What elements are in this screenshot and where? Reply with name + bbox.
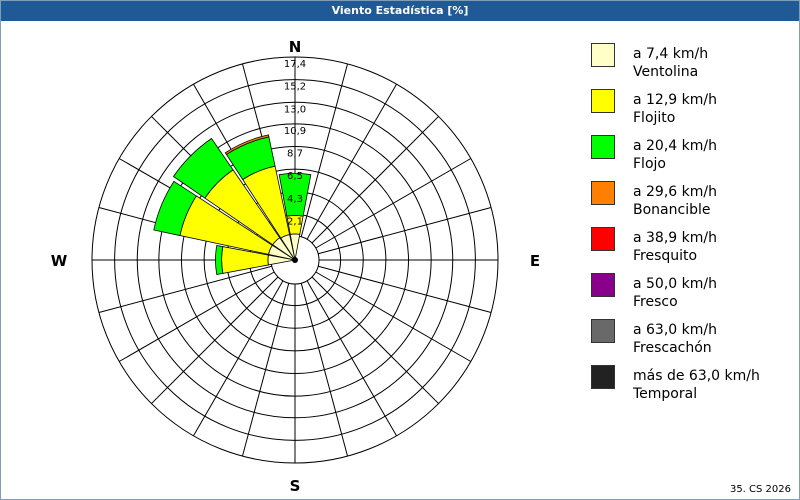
legend-item: a 50,0 km/h Fresco xyxy=(589,271,789,317)
legend-speed: a 63,0 km/h xyxy=(633,322,717,338)
legend-swatch xyxy=(591,319,615,343)
chart-window: Viento Estadística [%] 2,1 4,3 6,5 8,7 10,9 1… xyxy=(0,0,800,500)
grid-spoke xyxy=(315,158,472,249)
legend-speed: a 20,4 km/h xyxy=(633,138,717,154)
compass-e: E xyxy=(530,252,540,270)
ring-label: 4,3 xyxy=(287,194,303,205)
grid-spoke xyxy=(193,280,284,437)
legend-label: a 38,9 km/h Fresquito xyxy=(633,229,717,265)
legend-name: Flojito xyxy=(633,110,676,126)
legend-label: a 50,0 km/h Fresco xyxy=(633,275,717,311)
legend-speed: más de 63,0 km/h xyxy=(633,368,760,384)
legend-swatch xyxy=(591,43,615,67)
window-title: Viento Estadística [%] xyxy=(1,1,799,21)
ring-label: 6,5 xyxy=(287,171,303,182)
legend-label: a 7,4 km/h Ventolina xyxy=(633,45,708,81)
legend-name: Ventolina xyxy=(633,64,699,80)
grid-spoke xyxy=(118,271,275,362)
compass-s: S xyxy=(290,477,301,495)
ring-label: 17,4 xyxy=(284,59,306,70)
legend-swatch xyxy=(591,365,615,389)
grid-spoke xyxy=(241,283,290,457)
ring-label: 10,9 xyxy=(284,126,306,137)
grid-spoke xyxy=(311,116,439,244)
legend-label: a 29,6 km/h Bonancible xyxy=(633,183,717,219)
legend-name: Fresco xyxy=(633,294,678,310)
grid-spoke xyxy=(306,83,397,240)
legend-swatch xyxy=(591,273,615,297)
legend-name: Fresquito xyxy=(633,248,698,264)
legend-item: a 63,0 km/h Frescachón xyxy=(589,317,789,363)
legend-speed: a 12,9 km/h xyxy=(633,92,717,108)
legend-label: más de 63,0 km/h Temporal xyxy=(633,367,760,403)
legend-name: Bonancible xyxy=(633,202,711,218)
legend-swatch xyxy=(591,181,615,205)
wind-rose-chart: 2,1 4,3 6,5 8,7 10,9 13,0 15,2 17,4 N E S W xyxy=(51,38,540,495)
legend-speed: a 7,4 km/h xyxy=(633,46,709,62)
legend: a 7,4 km/h Ventolina a 12,9 km/h Flojito a 2… xyxy=(589,41,789,409)
legend-label: a 63,0 km/h Frescachón xyxy=(633,321,717,357)
legend-speed: a 38,9 km/h xyxy=(633,230,717,246)
grid-spoke xyxy=(300,283,349,457)
legend-item: más de 63,0 km/h Temporal xyxy=(589,363,789,409)
ring-label: 15,2 xyxy=(284,82,306,93)
legend-name: Frescachón xyxy=(633,340,712,356)
legend-swatch xyxy=(591,227,615,251)
grid-spoke xyxy=(300,63,349,237)
grid-spoke xyxy=(98,265,272,314)
legend-item: a 29,6 km/h Bonancible xyxy=(589,179,789,225)
legend-speed: a 50,0 km/h xyxy=(633,276,717,292)
center-point xyxy=(292,257,298,263)
legend-label: a 12,9 km/h Flojito xyxy=(633,91,717,127)
legend-speed: a 29,6 km/h xyxy=(633,184,717,200)
grid-spoke xyxy=(318,265,492,314)
ring-label: 8,7 xyxy=(287,149,303,160)
ring-label: 13,0 xyxy=(284,104,306,115)
grid-spoke xyxy=(318,206,492,255)
legend-item: a 12,9 km/h Flojito xyxy=(589,87,789,133)
grid-spoke xyxy=(151,276,279,404)
grid-spoke xyxy=(315,271,472,362)
compass-w: W xyxy=(51,252,68,270)
compass-n: N xyxy=(289,38,302,56)
rose-segment xyxy=(215,245,224,275)
legend-item: a 20,4 km/h Flojo xyxy=(589,133,789,179)
legend-swatch xyxy=(591,89,615,113)
legend-label: a 20,4 km/h Flojo xyxy=(633,137,717,173)
ring-label: 2,1 xyxy=(287,216,303,227)
footer-credit: 35. CS 2026 xyxy=(729,484,791,495)
grid-spoke xyxy=(306,280,397,437)
legend-name: Temporal xyxy=(633,386,698,402)
grid-spoke xyxy=(311,276,439,404)
legend-swatch xyxy=(591,135,615,159)
legend-name: Flojo xyxy=(633,156,666,172)
legend-item: a 38,9 km/h Fresquito xyxy=(589,225,789,271)
legend-item: a 7,4 km/h Ventolina xyxy=(589,41,789,87)
